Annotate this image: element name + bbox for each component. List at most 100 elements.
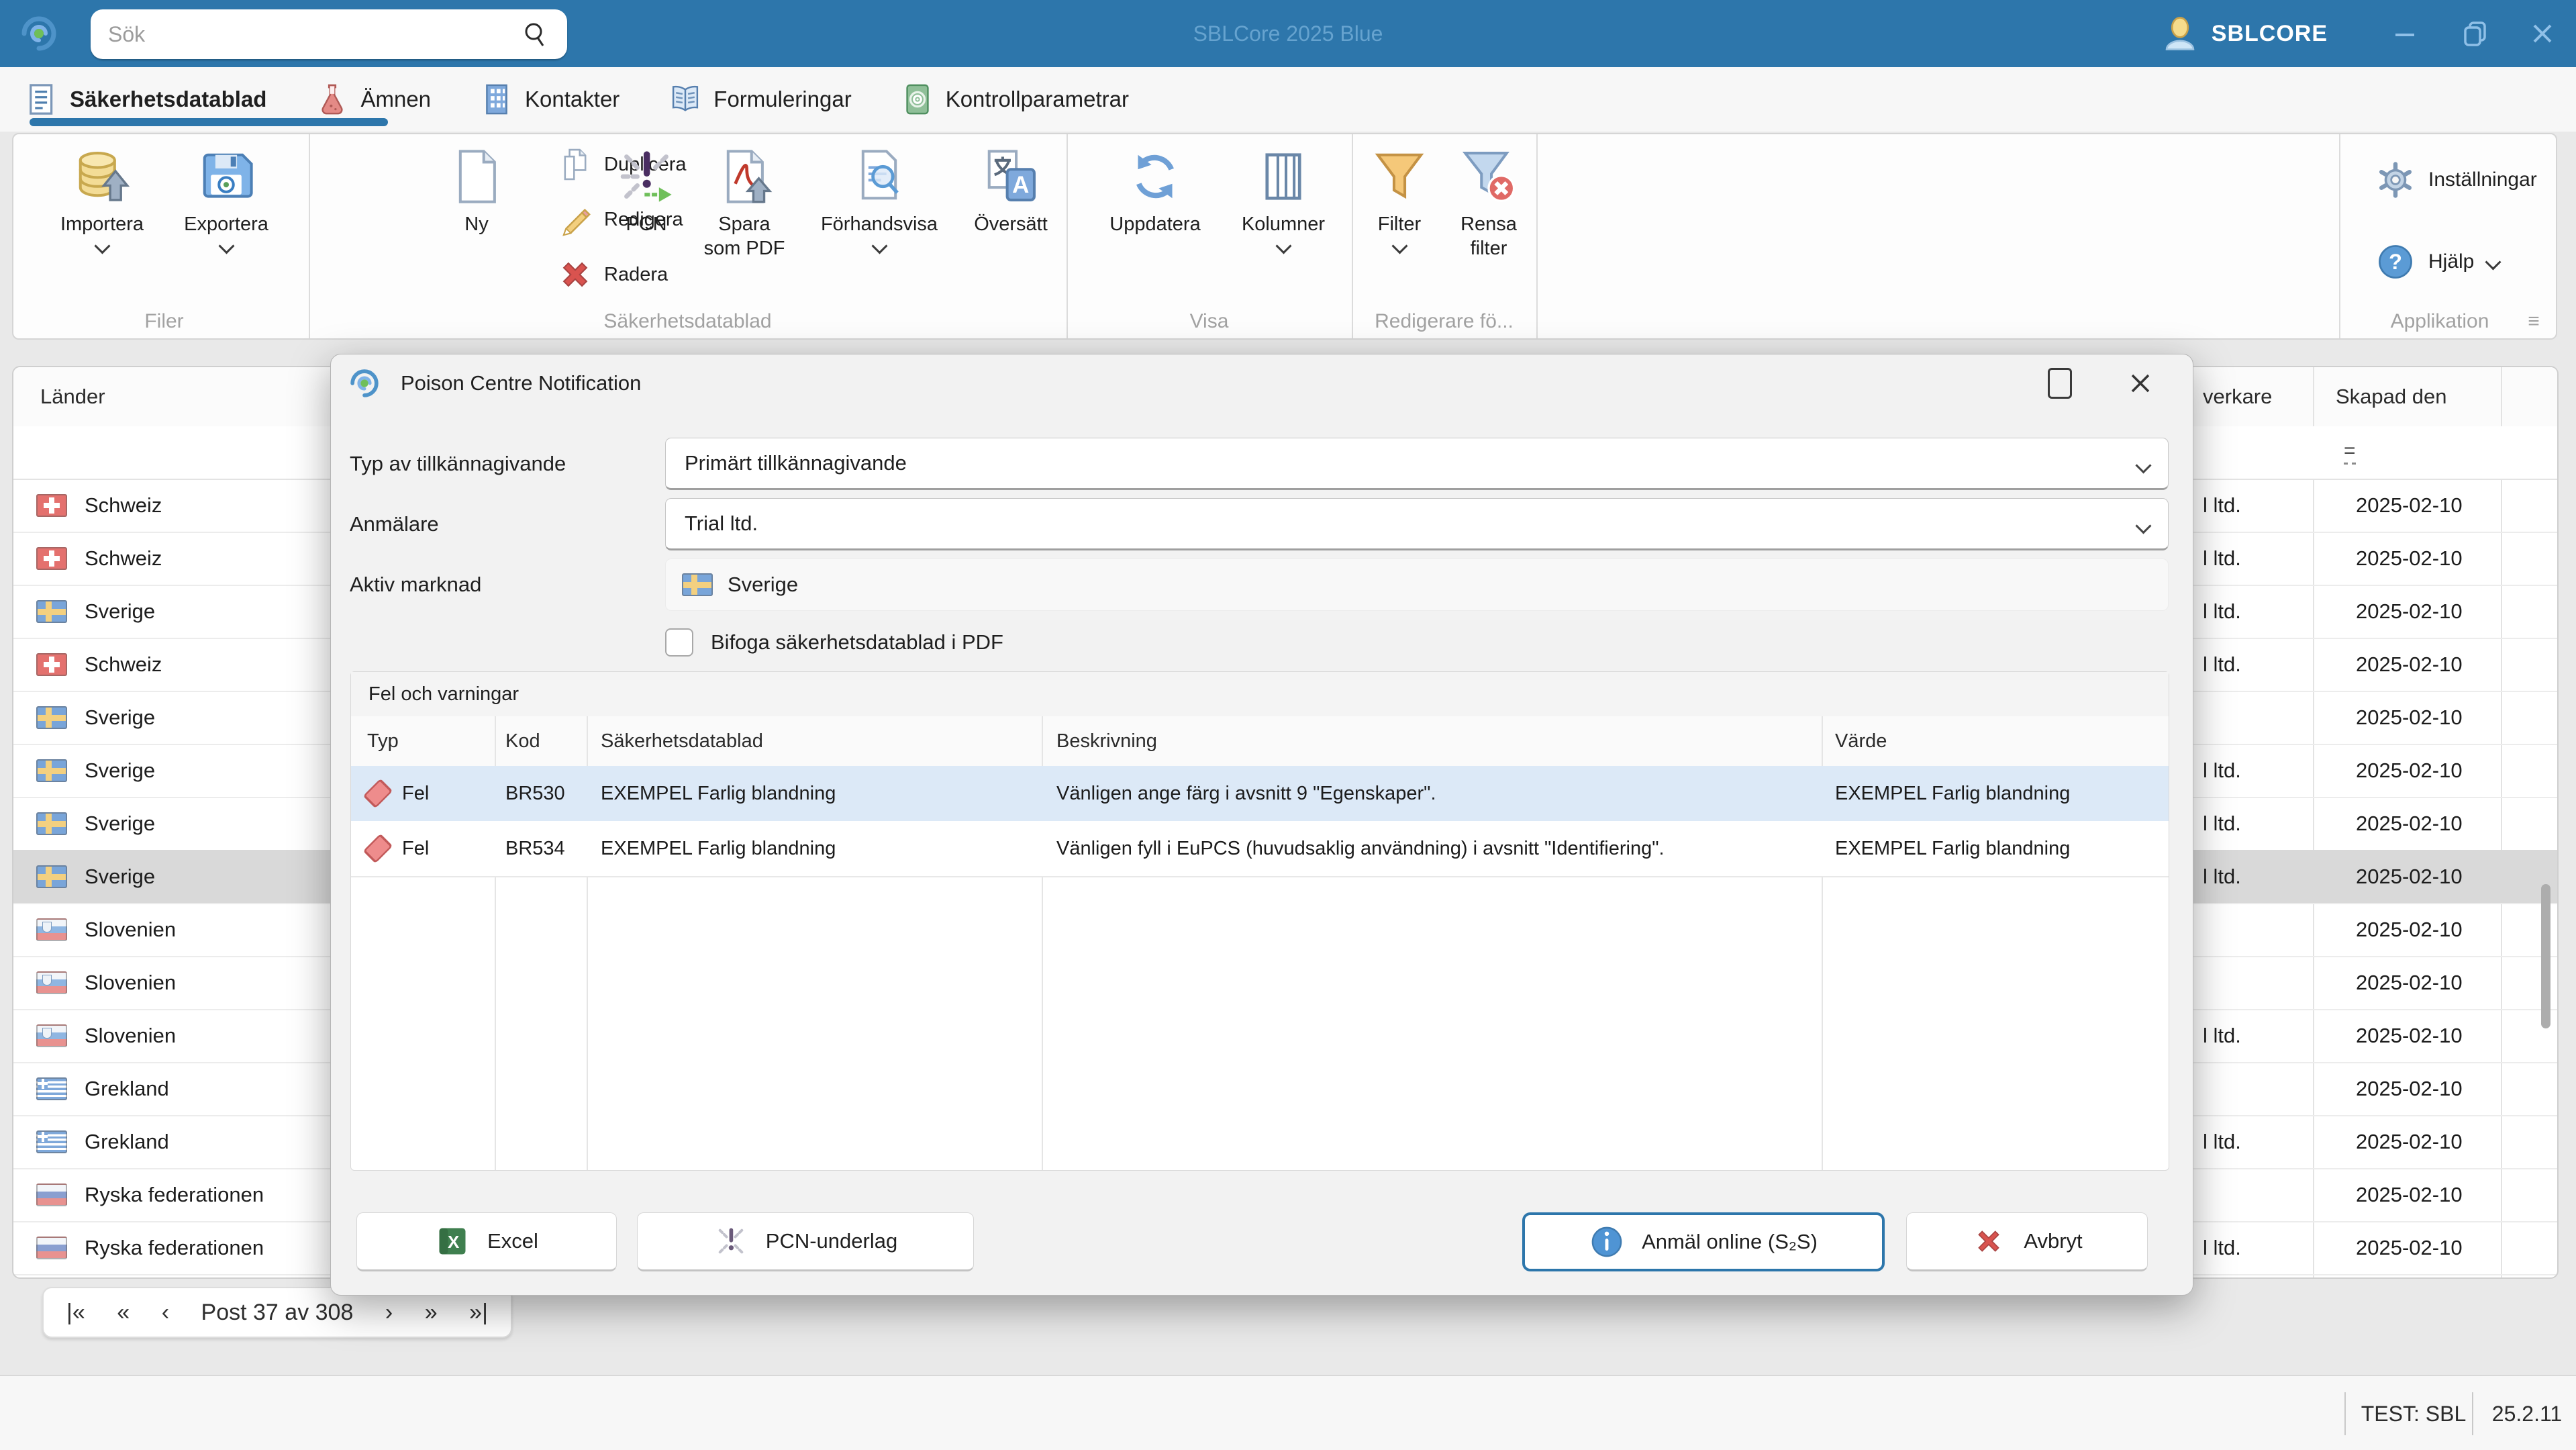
- last-page-button[interactable]: »|: [469, 1300, 488, 1326]
- tab-kontrollparametrar[interactable]: Kontrollparametrar: [876, 67, 1153, 132]
- installningar-button[interactable]: Inställningar: [2376, 158, 2557, 201]
- error-value-cell: EXEMPEL Farlig blandning: [1835, 766, 2157, 821]
- chevron-down-icon[interactable]: [871, 238, 887, 254]
- col-sds[interactable]: Säkerhetsdatablad: [601, 716, 1003, 766]
- chevron-down-icon[interactable]: [1275, 238, 1291, 254]
- pcn-label: PCN: [589, 212, 703, 236]
- created-cell: 2025-02-10: [2356, 850, 2463, 903]
- error-row[interactable]: Fel BR534 EXEMPEL Farlig blandning Vänli…: [351, 821, 2169, 877]
- type-field-label: Typ av tillkännagivande: [350, 438, 566, 490]
- excel-button[interactable]: X Excel: [356, 1212, 617, 1271]
- col-beskrivning[interactable]: Beskrivning: [1056, 716, 1728, 766]
- chevron-down-icon[interactable]: [94, 238, 110, 254]
- ny-label: Ny: [419, 212, 534, 236]
- fast-next-button[interactable]: »: [425, 1300, 438, 1326]
- country-flag-icon: [36, 1024, 67, 1047]
- dialog-title: Poison Centre Notification: [401, 371, 641, 395]
- market-field[interactable]: Sverige: [665, 559, 2169, 611]
- ny-button[interactable]: Ny: [419, 148, 534, 236]
- attach-pdf-checkbox[interactable]: [665, 628, 693, 657]
- col-varde[interactable]: Värde: [1835, 716, 2137, 766]
- vertical-scrollbar[interactable]: [2541, 884, 2550, 1028]
- filter-button[interactable]: Filter: [1349, 148, 1450, 255]
- tab-kontakter[interactable]: Kontakter: [455, 67, 644, 132]
- created-cell: 2025-02-10: [2356, 744, 2463, 797]
- anmal-online-label: Anmäl online (S₂S): [1642, 1230, 1818, 1254]
- chevron-down-icon[interactable]: [1391, 238, 1407, 254]
- spara-som-pdf-button[interactable]: Spara som PDF: [687, 148, 801, 260]
- dialog-header[interactable]: Poison Centre Notification: [331, 354, 2193, 412]
- manufacturer-cell: l ltd.: [2203, 585, 2241, 638]
- prev-page-button[interactable]: ‹: [162, 1300, 169, 1326]
- created-cell: 2025-02-10: [2356, 585, 2463, 638]
- error-diamond-icon: [363, 834, 393, 864]
- anmal-online-button[interactable]: Anmäl online (S₂S): [1522, 1212, 1885, 1271]
- pcn-underlag-button[interactable]: PCN-underlag: [637, 1212, 974, 1271]
- uppdatera-button[interactable]: Uppdatera: [1095, 148, 1216, 236]
- chevron-down-icon[interactable]: [218, 238, 234, 254]
- pcn-button[interactable]: PCN: [589, 148, 703, 236]
- country-cell: Ryska federationen: [85, 1183, 264, 1207]
- column-header-lander[interactable]: Länder: [40, 367, 105, 426]
- importera-label: Importera: [45, 212, 159, 236]
- search-input[interactable]: Sök: [91, 9, 567, 59]
- avbryt-button[interactable]: Avbryt: [1906, 1212, 2148, 1271]
- oversatt-button[interactable]: A Översätt: [954, 148, 1068, 236]
- group-label-redigerare: Redigerare fö...: [1352, 310, 1536, 333]
- dialog-maximize-button[interactable]: [2028, 354, 2092, 412]
- market-field-label: Aktiv marknad: [350, 559, 481, 611]
- error-diamond-icon: [363, 779, 393, 809]
- country-cell: Grekland: [85, 1130, 169, 1154]
- created-cell: 2025-02-10: [2356, 1221, 2463, 1274]
- created-cell: 2025-02-10: [2356, 903, 2463, 956]
- restore-button[interactable]: [2445, 0, 2506, 67]
- close-button[interactable]: [2512, 0, 2573, 67]
- notifier-select[interactable]: Trial ltd.: [665, 498, 2169, 550]
- minimize-button[interactable]: [2375, 0, 2435, 67]
- col-typ[interactable]: Typ: [367, 716, 481, 766]
- app-logo-icon: [17, 12, 60, 55]
- column-header-skapad-den[interactable]: Skapad den: [2336, 367, 2446, 426]
- delete-x-icon: [557, 256, 593, 293]
- chevron-down-icon[interactable]: [2485, 254, 2501, 270]
- column-header-tillverkare[interactable]: verkare: [2203, 367, 2272, 426]
- status-divider: [2472, 1392, 2473, 1435]
- first-page-button[interactable]: |«: [66, 1300, 85, 1326]
- created-cell: 2025-02-10: [2356, 532, 2463, 585]
- country-cell: Sverige: [85, 812, 155, 836]
- rensa-filter-button[interactable]: Rensa filter: [1442, 148, 1536, 260]
- market-value: Sverige: [728, 573, 798, 597]
- exportera-button[interactable]: Exportera: [169, 148, 283, 255]
- manufacturer-cell: l ltd.: [2203, 1221, 2241, 1274]
- date-filter-equals[interactable]: =: [2344, 440, 2356, 465]
- market-flag-icon: [682, 573, 713, 596]
- group-separator: [309, 134, 310, 338]
- error-description-cell: Vänligen fyll i EuPCS (huvudsaklig använ…: [1056, 821, 1808, 876]
- next-page-button[interactable]: ›: [385, 1300, 393, 1326]
- col-kod[interactable]: Kod: [505, 716, 579, 766]
- dialog-close-button[interactable]: [2108, 354, 2173, 412]
- dialog-launcher-icon[interactable]: ≡: [2517, 310, 2550, 333]
- attach-pdf-label: Bifoga säkerhetsdatablad i PDF: [711, 630, 1003, 655]
- error-row-selected[interactable]: Fel BR530 EXEMPEL Farlig blandning Vänli…: [351, 766, 2169, 822]
- group-separator: [2339, 134, 2340, 338]
- type-select[interactable]: Primärt tillkännagivande: [665, 438, 2169, 490]
- ribbon: Importera Exportera Filer: [12, 133, 2557, 340]
- notifier-field-label: Anmälare: [350, 498, 439, 550]
- hjalp-button[interactable]: ? Hjälp: [2376, 240, 2557, 283]
- search-icon[interactable]: [522, 20, 550, 48]
- rensa-filter-label: Rensa filter: [1442, 212, 1536, 260]
- tab-formuleringar[interactable]: Formuleringar: [644, 67, 875, 132]
- fast-prev-button[interactable]: «: [117, 1300, 130, 1326]
- country-cell: Slovenien: [85, 1024, 176, 1048]
- translate-icon: A: [982, 148, 1040, 205]
- kolumner-button[interactable]: Kolumner: [1226, 148, 1340, 255]
- country-flag-icon: [36, 1237, 67, 1259]
- book-icon: [668, 82, 703, 117]
- account-badge[interactable]: SBLCORE: [2161, 0, 2328, 67]
- forhandsvisa-button[interactable]: Förhandsvisa: [812, 148, 946, 255]
- importera-button[interactable]: Importera: [45, 148, 159, 255]
- pagination-label: Post 37 av 308: [201, 1300, 354, 1326]
- version-label: 25.2.11: [2483, 1376, 2571, 1450]
- gear-icon: [2376, 160, 2415, 199]
